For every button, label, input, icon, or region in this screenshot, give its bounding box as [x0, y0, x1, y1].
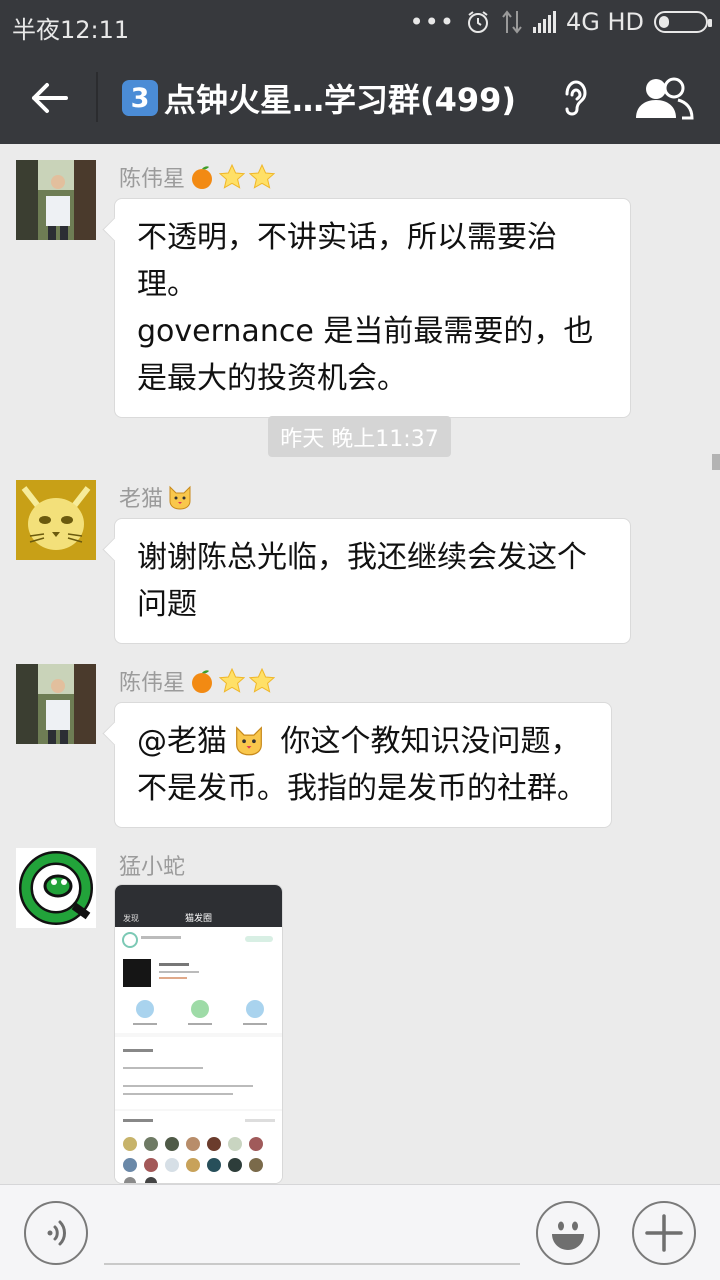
sender-label: 陈伟星: [119, 167, 186, 192]
keycap-three-icon: 3: [122, 80, 158, 116]
message-input[interactable]: [104, 1263, 520, 1265]
star-icon: [249, 164, 276, 189]
message-bubble[interactable]: @老猫 你这个教知识没问题， 不是发币。我指的是发币的社群。: [114, 702, 612, 828]
group-members-icon[interactable]: [634, 76, 694, 120]
avatar-chen-weixing[interactable]: [16, 664, 96, 744]
avatar-photo: [16, 664, 96, 744]
sender-name: 老猫: [119, 480, 193, 514]
tangerine-icon: [192, 670, 213, 693]
image-back-label: 发现: [123, 913, 139, 923]
avatar-chen-weixing[interactable]: [16, 160, 96, 240]
emoji-button[interactable]: [536, 1201, 600, 1265]
image-message[interactable]: 发现 猫发圈: [114, 884, 283, 1184]
message-line: 谢谢陈总光临，我还继续会发这个: [137, 540, 587, 575]
sender-name: 陈伟星: [119, 664, 276, 698]
input-bar: [0, 1184, 720, 1280]
image-thumbnail: 发现 猫发圈: [115, 885, 282, 1183]
signal-icon: [532, 11, 556, 33]
message-bubble[interactable]: 谢谢陈总光临，我还继续会发这个 问题: [114, 518, 631, 644]
avatar-photo: [16, 160, 96, 240]
image-title: 猫发圈: [185, 912, 212, 923]
message-line: governance 是当前最需要的，也: [137, 314, 594, 349]
chat-title: 3 点钟火星…学习群(499): [122, 74, 516, 122]
sender-label: 猛小蛇: [119, 855, 186, 880]
chat-area[interactable]: 陈伟星 不透明，不讲实话，所以需要治理。 governance 是当前最需要的，…: [0, 144, 720, 1184]
listen-ear-icon[interactable]: [558, 78, 592, 118]
group-name: 点钟火星…学习群(499): [164, 81, 517, 119]
avatar-cat-photo: [16, 480, 96, 560]
sender-label: 陈伟星: [119, 671, 186, 696]
tangerine-icon: [192, 166, 213, 189]
star-icon: [249, 668, 276, 693]
message-line: 是最大的投资机会。: [137, 361, 407, 396]
battery-icon: [654, 11, 712, 33]
message-text: 你这个教知识没问题，: [280, 724, 581, 759]
chat-header: 3 点钟火星…学习群(499): [0, 50, 720, 144]
star-icon: [219, 668, 246, 693]
more-actions-button[interactable]: [632, 1201, 696, 1265]
avatar-meng-xiaoshe[interactable]: [16, 848, 96, 928]
status-bar: 半夜12:11 ••• 4G HD: [0, 0, 720, 50]
sender-name: 猛小蛇: [119, 848, 185, 882]
voice-input-button[interactable]: [24, 1201, 88, 1265]
cat-face-icon: [169, 485, 191, 510]
mention-text[interactable]: @老猫: [137, 724, 227, 759]
message-line: 问题: [137, 587, 197, 622]
status-dots: •••: [409, 8, 455, 36]
emoji-icon: [552, 1221, 584, 1250]
network-label: 4G HD: [565, 8, 644, 36]
message-line: 不是发币。我指的是发币的社群。: [137, 771, 587, 806]
plus-icon: [645, 1214, 683, 1252]
message-line: 不透明，不讲实话，所以需要治理。: [137, 220, 557, 302]
message-bubble[interactable]: 不透明，不讲实话，所以需要治理。 governance 是当前最需要的，也 是最…: [114, 198, 631, 418]
sender-name: 陈伟星: [119, 160, 276, 194]
timestamp-label: 昨天 晚上11:37: [268, 416, 451, 457]
star-icon: [219, 164, 246, 189]
header-divider: [96, 72, 98, 122]
status-time: 半夜12:11: [12, 16, 130, 44]
scrollbar-thumb[interactable]: [712, 454, 720, 470]
alarm-icon: [467, 11, 488, 33]
status-icons: ••• 4G HD: [409, 8, 712, 36]
sender-label: 老猫: [119, 487, 164, 512]
avatar-lao-mao[interactable]: [16, 480, 96, 560]
message-line: @老猫 你这个教知识没问题，: [137, 718, 589, 765]
voice-input-icon: [47, 1220, 66, 1246]
cat-face-icon: [236, 726, 262, 756]
back-arrow-icon[interactable]: [28, 76, 72, 120]
data-arrows-icon: [502, 10, 522, 34]
avatar-snake-logo: [16, 848, 96, 928]
